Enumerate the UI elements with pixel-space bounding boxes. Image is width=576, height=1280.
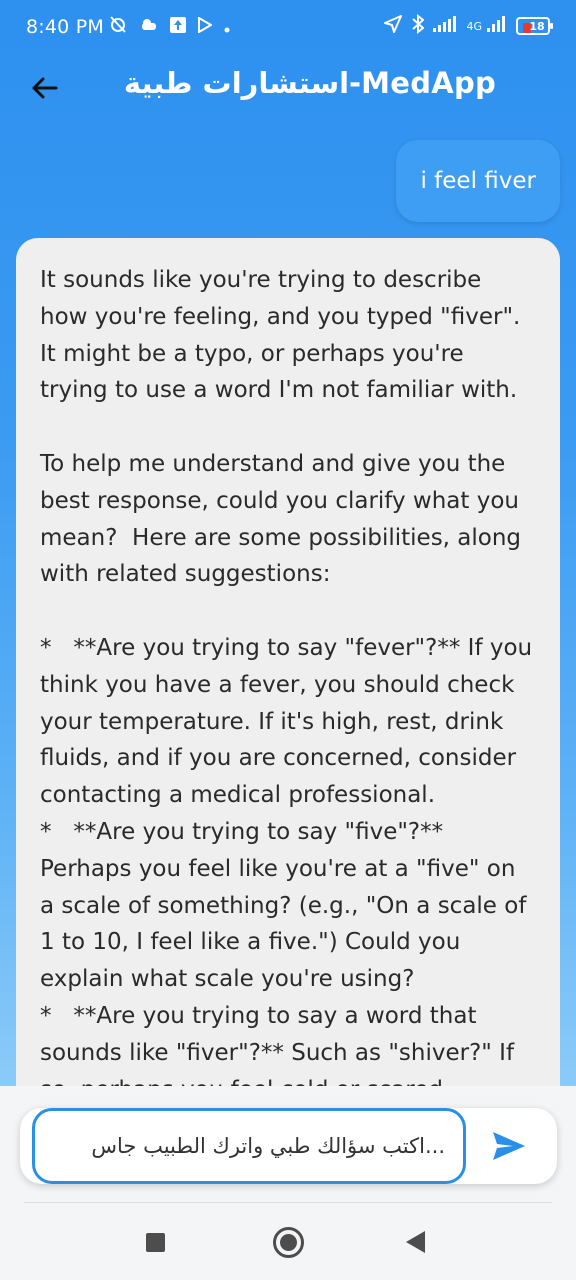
bluetooth-icon [412,13,426,38]
location-icon [383,14,403,38]
back-button[interactable] [26,68,66,108]
send-icon [493,1132,525,1160]
bottom-area [0,1086,576,1280]
recent-apps-button[interactable] [146,1233,165,1252]
alarm-off-icon [108,14,128,41]
app-bar: استشارات طبية-MedApp [0,56,576,120]
network-4g-icon: 4G [466,19,482,33]
battery-level: 18 [529,19,545,33]
bot-message-bubble: It sounds like you're trying to describe… [16,238,560,1086]
app-background: 8:40 PM 4G 18 استشارات طبية-MedApp i fee… [0,0,576,1086]
system-back-button[interactable] [406,1231,425,1253]
home-button[interactable] [273,1227,304,1258]
send-button[interactable] [489,1126,529,1166]
composer [20,1108,557,1184]
user-message-bubble: i feel fiver [396,140,560,222]
status-time: 8:40 PM [26,16,104,38]
signal-icon [433,16,457,36]
nav-divider [24,1202,552,1203]
cloud-icon [140,16,158,40]
system-icons: 4G 18 [383,13,553,38]
app-title: استشارات طبية-MedApp [123,66,497,100]
dot-icon [224,16,230,40]
arrow-left-icon [32,77,58,99]
battery-icon: 18 [516,17,553,35]
message-input[interactable] [32,1108,466,1184]
notification-icons [108,14,230,41]
status-bar: 8:40 PM 4G 18 [0,0,576,56]
signal-icon-2 [487,16,507,36]
chat-area[interactable]: i feel fiver It sounds like you're tryin… [0,120,576,1086]
system-nav-bar [0,1216,576,1266]
upload-icon [170,16,186,40]
play-store-icon [198,15,213,40]
